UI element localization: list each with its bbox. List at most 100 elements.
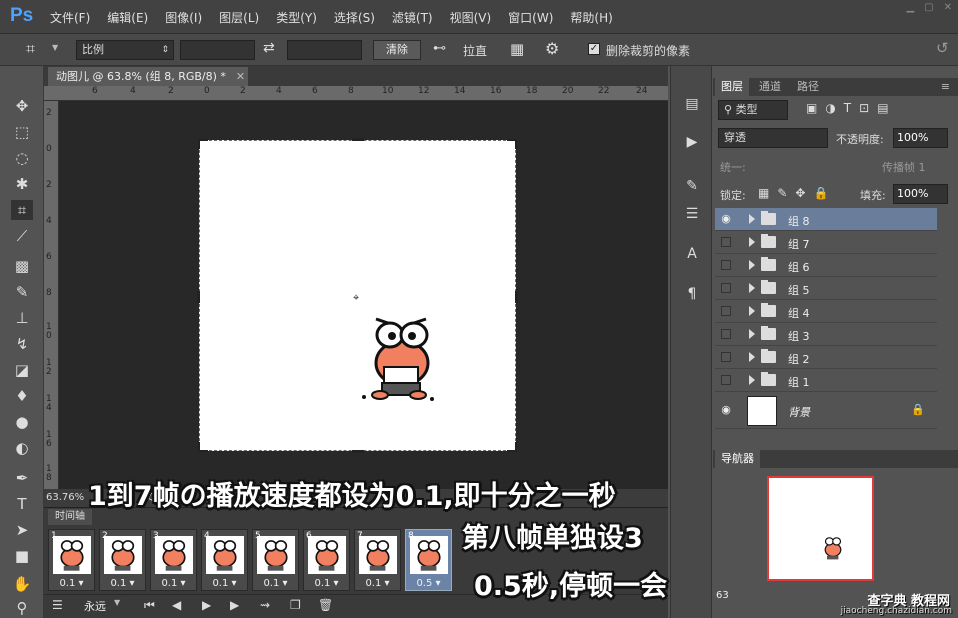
- type-tool-icon[interactable]: T: [11, 494, 33, 514]
- visibility-toggle[interactable]: [721, 237, 731, 247]
- crop-handle-left[interactable]: [197, 291, 200, 303]
- navigator-zoom[interactable]: 63: [716, 590, 729, 601]
- frame-delay[interactable]: 0.1 ▾: [151, 578, 196, 589]
- menu-view[interactable]: 视图(V): [450, 9, 492, 26]
- adjustments-icon[interactable]: ☰: [682, 204, 702, 224]
- timeline-frame[interactable]: 1 0.1 ▾: [48, 529, 95, 591]
- timeline-tab[interactable]: 时间轴: [48, 509, 92, 525]
- zoom-level[interactable]: 63.76%: [46, 492, 84, 503]
- hand-tool-icon[interactable]: ✋: [11, 574, 33, 594]
- tab-layers[interactable]: 图层: [715, 78, 749, 96]
- expand-triangle-icon[interactable]: [749, 329, 755, 339]
- layer-row[interactable]: 组 3: [715, 323, 937, 346]
- history-icon[interactable]: ▤: [682, 94, 702, 114]
- expand-triangle-icon[interactable]: [749, 260, 755, 270]
- visibility-toggle[interactable]: [721, 306, 731, 316]
- menu-select[interactable]: 选择(S): [334, 9, 375, 26]
- visibility-toggle[interactable]: [721, 329, 731, 339]
- layer-row[interactable]: 组 4: [715, 300, 937, 323]
- filter-icons[interactable]: ▣◑T⊡▤: [806, 101, 897, 115]
- tab-paths[interactable]: 路径: [791, 78, 825, 96]
- menu-help[interactable]: 帮助(H): [570, 9, 612, 26]
- clone-stamp-tool-icon[interactable]: ⊥: [11, 308, 33, 328]
- layer-row[interactable]: ◉ 组 8: [715, 208, 937, 231]
- healing-brush-tool-icon[interactable]: ▩: [11, 256, 33, 276]
- document-canvas[interactable]: ⌖: [197, 138, 518, 453]
- crop-handle-bottom-right[interactable]: [507, 442, 517, 452]
- expand-triangle-icon[interactable]: [749, 352, 755, 362]
- timeline-frame[interactable]: 6 0.1 ▾: [303, 529, 350, 591]
- blend-mode-select[interactable]: 穿透: [718, 128, 828, 148]
- crop-tool-active-icon[interactable]: ⌗: [11, 200, 33, 220]
- straighten-icon[interactable]: ⊷: [433, 41, 446, 56]
- timeline-frame[interactable]: 4 0.1 ▾: [201, 529, 248, 591]
- layer-row[interactable]: 组 5: [715, 277, 937, 300]
- tab-navigator[interactable]: 导航器: [715, 450, 760, 468]
- menu-window[interactable]: 窗口(W): [508, 9, 553, 26]
- loop-select[interactable]: 永远: [84, 598, 106, 614]
- layer-row[interactable]: 组 6: [715, 254, 937, 277]
- brush-tool-icon[interactable]: ✎: [11, 282, 33, 302]
- visibility-toggle[interactable]: [721, 260, 731, 270]
- menu-type[interactable]: 类型(Y): [276, 9, 317, 26]
- visibility-toggle[interactable]: [721, 352, 731, 362]
- menu-image[interactable]: 图像(I): [165, 9, 202, 26]
- trash-icon[interactable]: 🗑: [318, 598, 333, 612]
- zoom-tool-icon[interactable]: ⚲: [11, 598, 33, 618]
- grid-overlay-icon[interactable]: ▦: [510, 40, 524, 58]
- frame-delay[interactable]: 0.1 ▾: [100, 578, 145, 589]
- dodge-tool-icon[interactable]: ◐: [11, 438, 33, 458]
- crop-tool-icon[interactable]: ⌗: [26, 39, 35, 59]
- clear-button[interactable]: 清除: [373, 40, 421, 60]
- paragraph-icon[interactable]: ¶: [682, 284, 702, 304]
- tab-channels[interactable]: 通道: [753, 78, 787, 96]
- first-frame-icon[interactable]: ⏮: [144, 598, 155, 613]
- lock-icons[interactable]: ▦✎✥🔒: [758, 186, 836, 200]
- minimize-icon[interactable]: ▁: [906, 2, 914, 13]
- lasso-tool-icon[interactable]: ◌: [11, 148, 33, 168]
- visibility-toggle[interactable]: [721, 283, 731, 293]
- ratio-select[interactable]: 比例 ⇕: [76, 40, 174, 60]
- blur-tool-icon[interactable]: ●: [11, 412, 33, 432]
- menu-layer[interactable]: 图层(L): [219, 9, 259, 26]
- previous-frame-icon[interactable]: ◀: [172, 598, 181, 612]
- frame-delay[interactable]: 0.5 ▾: [406, 578, 451, 589]
- menu-file[interactable]: 文件(F): [50, 9, 90, 26]
- frame-delay[interactable]: 0.1 ▾: [355, 578, 400, 589]
- path-selection-tool-icon[interactable]: ➤: [11, 520, 33, 540]
- panel-menu-icon[interactable]: ≡: [941, 80, 950, 93]
- height-input[interactable]: [287, 40, 362, 60]
- menu-edit[interactable]: 编辑(E): [107, 9, 148, 26]
- timeline-frame[interactable]: 5 0.1 ▾: [252, 529, 299, 591]
- timeline-frame[interactable]: 7 0.1 ▾: [354, 529, 401, 591]
- crop-handle-top[interactable]: [352, 138, 364, 141]
- crop-handle-right[interactable]: [515, 291, 518, 303]
- character-icon[interactable]: A: [682, 244, 702, 264]
- reset-icon[interactable]: ↺: [936, 39, 949, 57]
- menu-filter[interactable]: 滤镜(T): [392, 9, 433, 26]
- frame-delay[interactable]: 0.1 ▾: [304, 578, 349, 589]
- eye-icon[interactable]: ◉: [719, 403, 733, 417]
- actions-icon[interactable]: ▶: [682, 132, 702, 152]
- eyedropper-tool-icon[interactable]: ⟋: [11, 226, 33, 246]
- eraser-tool-icon[interactable]: ◪: [11, 360, 33, 380]
- tool-preset-dropdown-icon[interactable]: ▼: [52, 43, 58, 52]
- pen-tool-icon[interactable]: ✒: [11, 468, 33, 488]
- timeline-frame[interactable]: 2 0.1 ▾: [99, 529, 146, 591]
- expand-triangle-icon[interactable]: [749, 375, 755, 385]
- timeline-frame[interactable]: 8 0.5 ▾: [405, 529, 452, 591]
- gear-icon[interactable]: ⚙: [545, 39, 559, 58]
- visibility-toggle[interactable]: [721, 375, 731, 385]
- play-icon[interactable]: ▶: [202, 598, 211, 612]
- document-tab[interactable]: 动图儿 @ 63.8% (组 8, RGB/8) * ✕: [48, 67, 248, 86]
- delete-crop-checkbox[interactable]: ✓: [588, 43, 600, 55]
- expand-triangle-icon[interactable]: [749, 214, 755, 224]
- expand-triangle-icon[interactable]: [749, 283, 755, 293]
- frame-delay[interactable]: 0.1 ▾: [253, 578, 298, 589]
- rectangle-tool-icon[interactable]: ■: [11, 546, 33, 566]
- duplicate-frame-icon[interactable]: ❐: [290, 598, 301, 612]
- crop-handle-bottom-left[interactable]: [198, 442, 208, 452]
- straighten-label[interactable]: 拉直: [463, 42, 487, 59]
- paint-bucket-tool-icon[interactable]: ♦: [11, 386, 33, 406]
- layer-row[interactable]: 组 7: [715, 231, 937, 254]
